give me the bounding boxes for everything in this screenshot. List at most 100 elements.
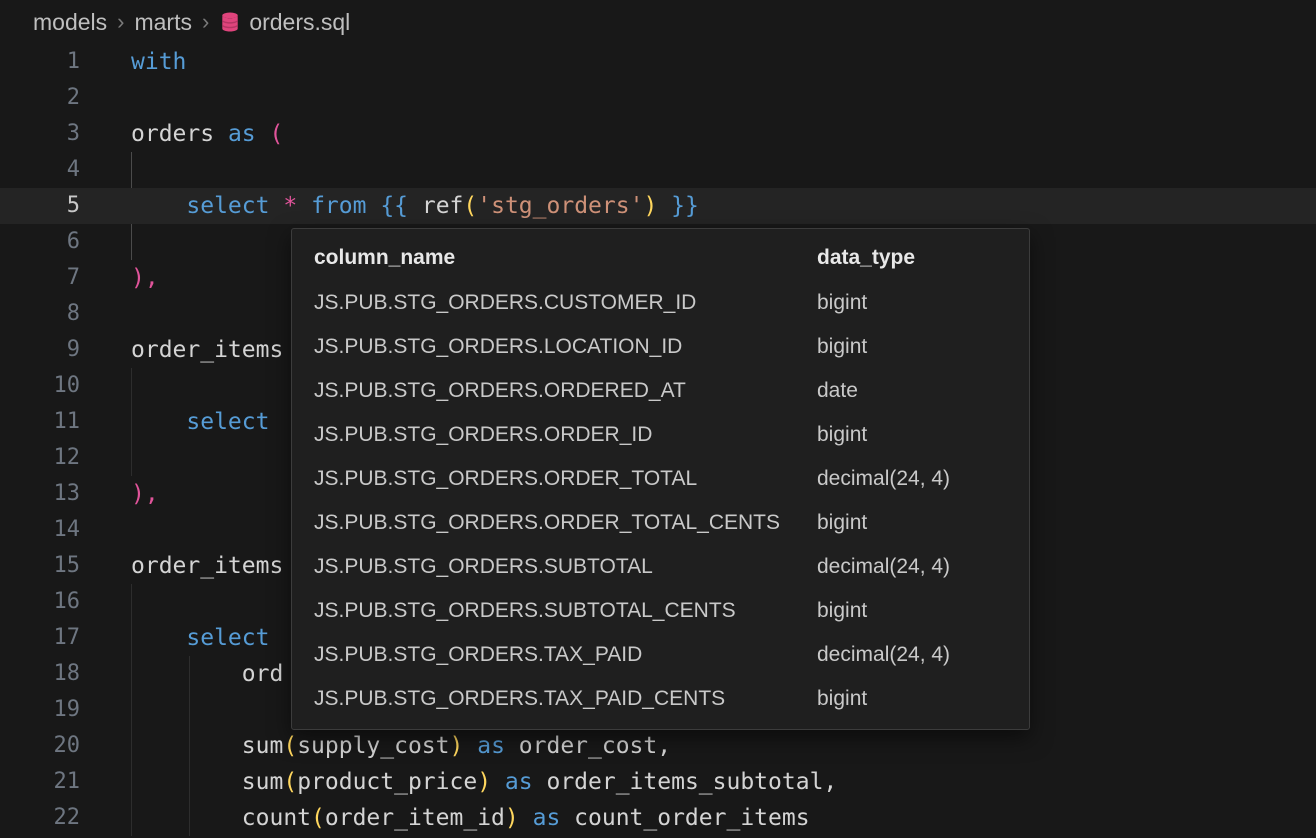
code-token: )	[450, 733, 464, 759]
code-line-22[interactable]: 22 count(order_item_id) as count_order_i…	[0, 800, 1316, 836]
code-token	[131, 193, 186, 219]
column-info-row: JS.PUB.STG_ORDERS.SUBTOTALdecimal(24, 4)	[292, 545, 1029, 589]
column-name-cell: JS.PUB.STG_ORDERS.TAX_PAID_CENTS	[292, 687, 817, 711]
code-token: (	[463, 193, 477, 219]
code-token: ),	[131, 481, 159, 507]
code-token	[366, 193, 380, 219]
code-token: 'stg_orders'	[477, 193, 643, 219]
code-token: order_items	[131, 337, 283, 363]
code-token: select	[186, 193, 269, 219]
line-number: 19	[0, 692, 80, 728]
column-info-row: JS.PUB.STG_ORDERS.TAX_PAID_CENTSbigint	[292, 677, 1029, 721]
line-number: 20	[0, 728, 80, 764]
code-token: as	[533, 805, 561, 831]
code-line-text: order_items	[131, 548, 283, 584]
breadcrumb-item-file[interactable]: orders.sql	[249, 9, 350, 36]
code-token: count	[131, 805, 311, 831]
code-token: *	[283, 193, 297, 219]
code-line-5[interactable]: 5 select * from {{ ref('stg_orders') }}	[0, 188, 1316, 224]
code-token: supply_cost	[297, 733, 449, 759]
code-line-text: sum(supply_cost) as order_cost,	[131, 728, 671, 764]
data-type-cell: bigint	[817, 291, 1029, 315]
line-number: 14	[0, 512, 80, 548]
code-token	[131, 409, 186, 435]
line-number: 17	[0, 620, 80, 656]
column-name-cell: JS.PUB.STG_ORDERS.ORDER_TOTAL	[292, 467, 817, 491]
line-number: 6	[0, 224, 80, 260]
column-info-row: JS.PUB.STG_ORDERS.TAX_PAIDdecimal(24, 4)	[292, 633, 1029, 677]
database-icon	[219, 11, 241, 33]
code-line-4[interactable]: 4	[0, 152, 1316, 188]
code-line-text: ),	[131, 476, 159, 512]
line-number: 1	[0, 44, 80, 80]
code-token: with	[131, 49, 186, 75]
code-token: order_item_id	[325, 805, 505, 831]
code-token	[463, 733, 477, 759]
code-token: order_items	[131, 553, 283, 579]
line-number: 3	[0, 116, 80, 152]
code-token	[491, 769, 505, 795]
code-line-text: ),	[131, 260, 159, 296]
line-number: 18	[0, 656, 80, 692]
code-token	[131, 625, 186, 651]
code-token	[269, 193, 283, 219]
data-type-cell: decimal(24, 4)	[817, 643, 1029, 667]
breadcrumb-separator: ›	[117, 9, 124, 35]
column-info-row: JS.PUB.STG_ORDERS.ORDER_TOTAL_CENTSbigin…	[292, 501, 1029, 545]
line-number: 9	[0, 332, 80, 368]
column-name-cell: JS.PUB.STG_ORDERS.ORDER_ID	[292, 423, 817, 447]
popup-rows: JS.PUB.STG_ORDERS.CUSTOMER_IDbigintJS.PU…	[292, 281, 1029, 721]
code-line-text: ord	[131, 656, 283, 692]
data-type-cell: bigint	[817, 511, 1029, 535]
breadcrumb-item-marts[interactable]: marts	[134, 9, 192, 36]
line-number: 8	[0, 296, 80, 332]
code-token	[256, 121, 270, 147]
line-number: 22	[0, 800, 80, 836]
column-info-row: JS.PUB.STG_ORDERS.ORDER_TOTALdecimal(24,…	[292, 457, 1029, 501]
column-name-cell: JS.PUB.STG_ORDERS.SUBTOTAL_CENTS	[292, 599, 817, 623]
column-name-cell: JS.PUB.STG_ORDERS.TAX_PAID	[292, 643, 817, 667]
popup-header-data-type: data_type	[817, 246, 1029, 270]
line-number: 10	[0, 368, 80, 404]
line-number: 11	[0, 404, 80, 440]
code-token: select	[186, 409, 269, 435]
code-line-2[interactable]: 2	[0, 80, 1316, 116]
data-type-cell: date	[817, 379, 1029, 403]
breadcrumb: models › marts › orders.sql	[0, 0, 1316, 44]
code-token: {{	[380, 193, 408, 219]
code-token: product_price	[297, 769, 477, 795]
code-line-text: count(order_item_id) as count_order_item…	[131, 800, 810, 836]
code-line-text: select	[131, 404, 269, 440]
code-token: order_cost,	[505, 733, 671, 759]
line-number: 21	[0, 764, 80, 800]
code-token: )	[643, 193, 657, 219]
column-preview-popup: column_name data_type JS.PUB.STG_ORDERS.…	[291, 228, 1030, 730]
code-token: orders	[131, 121, 228, 147]
code-token: order_items_subtotal,	[533, 769, 838, 795]
popup-header-column-name: column_name	[292, 246, 817, 270]
code-token: sum	[131, 769, 283, 795]
code-token: }}	[671, 193, 699, 219]
code-line-3[interactable]: 3 orders as (	[0, 116, 1316, 152]
data-type-cell: bigint	[817, 599, 1029, 623]
code-line-1[interactable]: 1 with	[0, 44, 1316, 80]
column-name-cell: JS.PUB.STG_ORDERS.LOCATION_ID	[292, 335, 817, 359]
code-line-text: sum(product_price) as order_items_subtot…	[131, 764, 837, 800]
column-name-cell: JS.PUB.STG_ORDERS.SUBTOTAL	[292, 555, 817, 579]
column-info-row: JS.PUB.STG_ORDERS.LOCATION_IDbigint	[292, 325, 1029, 369]
code-token: (	[283, 733, 297, 759]
code-token	[519, 805, 533, 831]
code-token: (	[283, 769, 297, 795]
breadcrumb-item-models[interactable]: models	[33, 9, 107, 36]
code-token: sum	[131, 733, 283, 759]
code-line-20[interactable]: 20 sum(supply_cost) as order_cost,	[0, 728, 1316, 764]
code-token: )	[505, 805, 519, 831]
popup-header-row: column_name data_type	[292, 235, 1029, 281]
code-line-21[interactable]: 21 sum(product_price) as order_items_sub…	[0, 764, 1316, 800]
data-type-cell: bigint	[817, 423, 1029, 447]
code-line-text: order_items	[131, 332, 283, 368]
code-token: select	[186, 625, 269, 651]
column-info-row: JS.PUB.STG_ORDERS.ORDERED_ATdate	[292, 369, 1029, 413]
code-token: as	[477, 733, 505, 759]
code-line-text: orders as (	[131, 116, 283, 152]
